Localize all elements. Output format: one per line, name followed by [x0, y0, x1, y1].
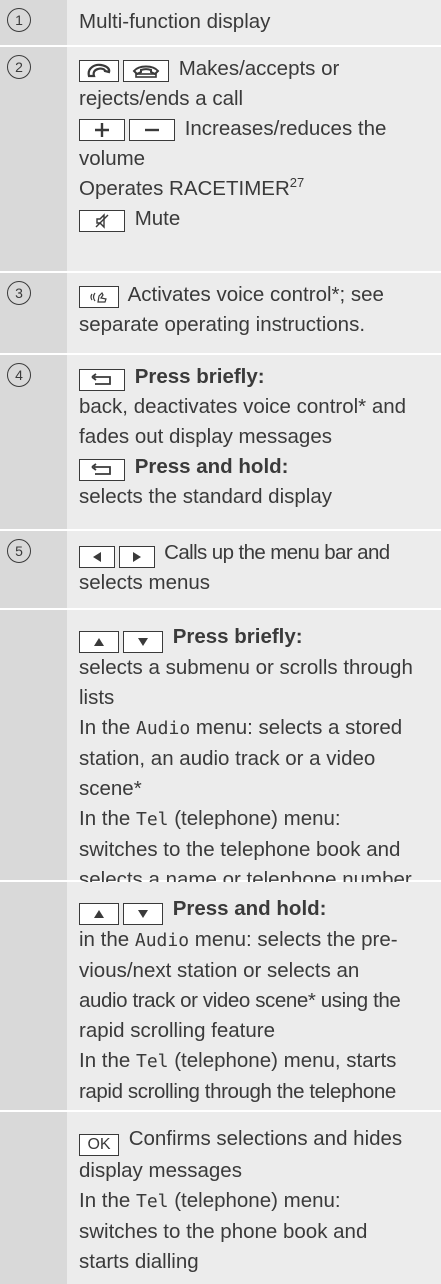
ok-description: Confirms selections and hides [128, 1127, 403, 1150]
table-row: 3 Activates voice control*; see separate… [0, 273, 441, 355]
back-brief-description-cont: fades out display messages [79, 425, 332, 448]
press-and-hold-heading: Press and hold: [134, 455, 289, 478]
table-row: 4 Press briefly: back, deactivates voice… [0, 355, 441, 531]
press-briefly-heading: Press briefly: [134, 365, 265, 388]
item-number: 4 [7, 363, 31, 387]
volume-description: Increases/reduces the [184, 117, 387, 140]
phone-reject-icon [123, 60, 169, 82]
steering-wheel-controls-table: 1 Multi-function display 2 Makes/accepts… [0, 0, 441, 1284]
item-number: 3 [7, 281, 31, 305]
back-icon [79, 459, 125, 481]
updown-brief-description: selects a submenu or scrolls through [79, 656, 413, 679]
audio-menu-name: Audio [134, 930, 190, 951]
mute-description: Mute [134, 207, 181, 230]
item-number: 2 [7, 55, 31, 79]
mute-icon [79, 210, 125, 232]
tel-menu-name: Tel [136, 1191, 169, 1212]
back-brief-description: back, deactivates voice control* and [79, 395, 407, 418]
table-row: Press briefly: selects a submenu or scro… [0, 610, 441, 891]
arrow-down-icon [123, 631, 163, 653]
press-and-hold-heading: Press and hold: [172, 897, 327, 920]
call-description: Makes/accepts or [178, 57, 340, 80]
menu-description: Calls up the menu bar and [164, 541, 390, 564]
item-description: Multi-function display [79, 10, 271, 33]
voice-description: Activates voice control*; see [127, 283, 384, 306]
table-row: OK Confirms selections and hides display… [0, 1112, 441, 1284]
table-row: 5 Calls up the menu bar and selects menu… [0, 531, 441, 610]
volume-description-cont: volume [79, 147, 146, 170]
footnote-ref: 27 [289, 175, 305, 191]
phone-accept-icon [79, 60, 119, 82]
tel-menu-name: Tel [136, 809, 169, 830]
audio-menu-name: Audio [136, 718, 191, 739]
ok-button-icon: OK [79, 1134, 119, 1156]
item-number: 5 [7, 539, 31, 563]
call-description-cont: rejects/ends a call [79, 87, 244, 110]
minus-icon [129, 119, 175, 141]
back-hold-description: selects the standard display [79, 485, 332, 508]
voice-description-cont: separate operating instructions. [79, 313, 366, 336]
table-row: 1 Multi-function display [0, 0, 441, 47]
arrow-up-icon [79, 903, 119, 925]
arrow-down-icon [123, 903, 163, 925]
arrow-up-icon [79, 631, 119, 653]
table-row: 2 Makes/accepts or rejects/ends a call I… [0, 47, 441, 273]
plus-icon [79, 119, 125, 141]
back-icon [79, 369, 125, 391]
tel-menu-name: Tel [136, 1051, 169, 1072]
press-briefly-heading: Press briefly: [172, 625, 303, 648]
voice-control-icon [79, 286, 119, 308]
menu-description-cont: selects menus [79, 571, 211, 594]
table-row: Press and hold: in the Audio menu: selec… [0, 882, 441, 1133]
item-number: 1 [7, 8, 31, 32]
updown-brief-description-cont: lists [79, 686, 115, 709]
racetimer-description: Operates RACETIMER [79, 177, 290, 200]
arrow-left-icon [79, 546, 115, 568]
arrow-right-icon [119, 546, 155, 568]
